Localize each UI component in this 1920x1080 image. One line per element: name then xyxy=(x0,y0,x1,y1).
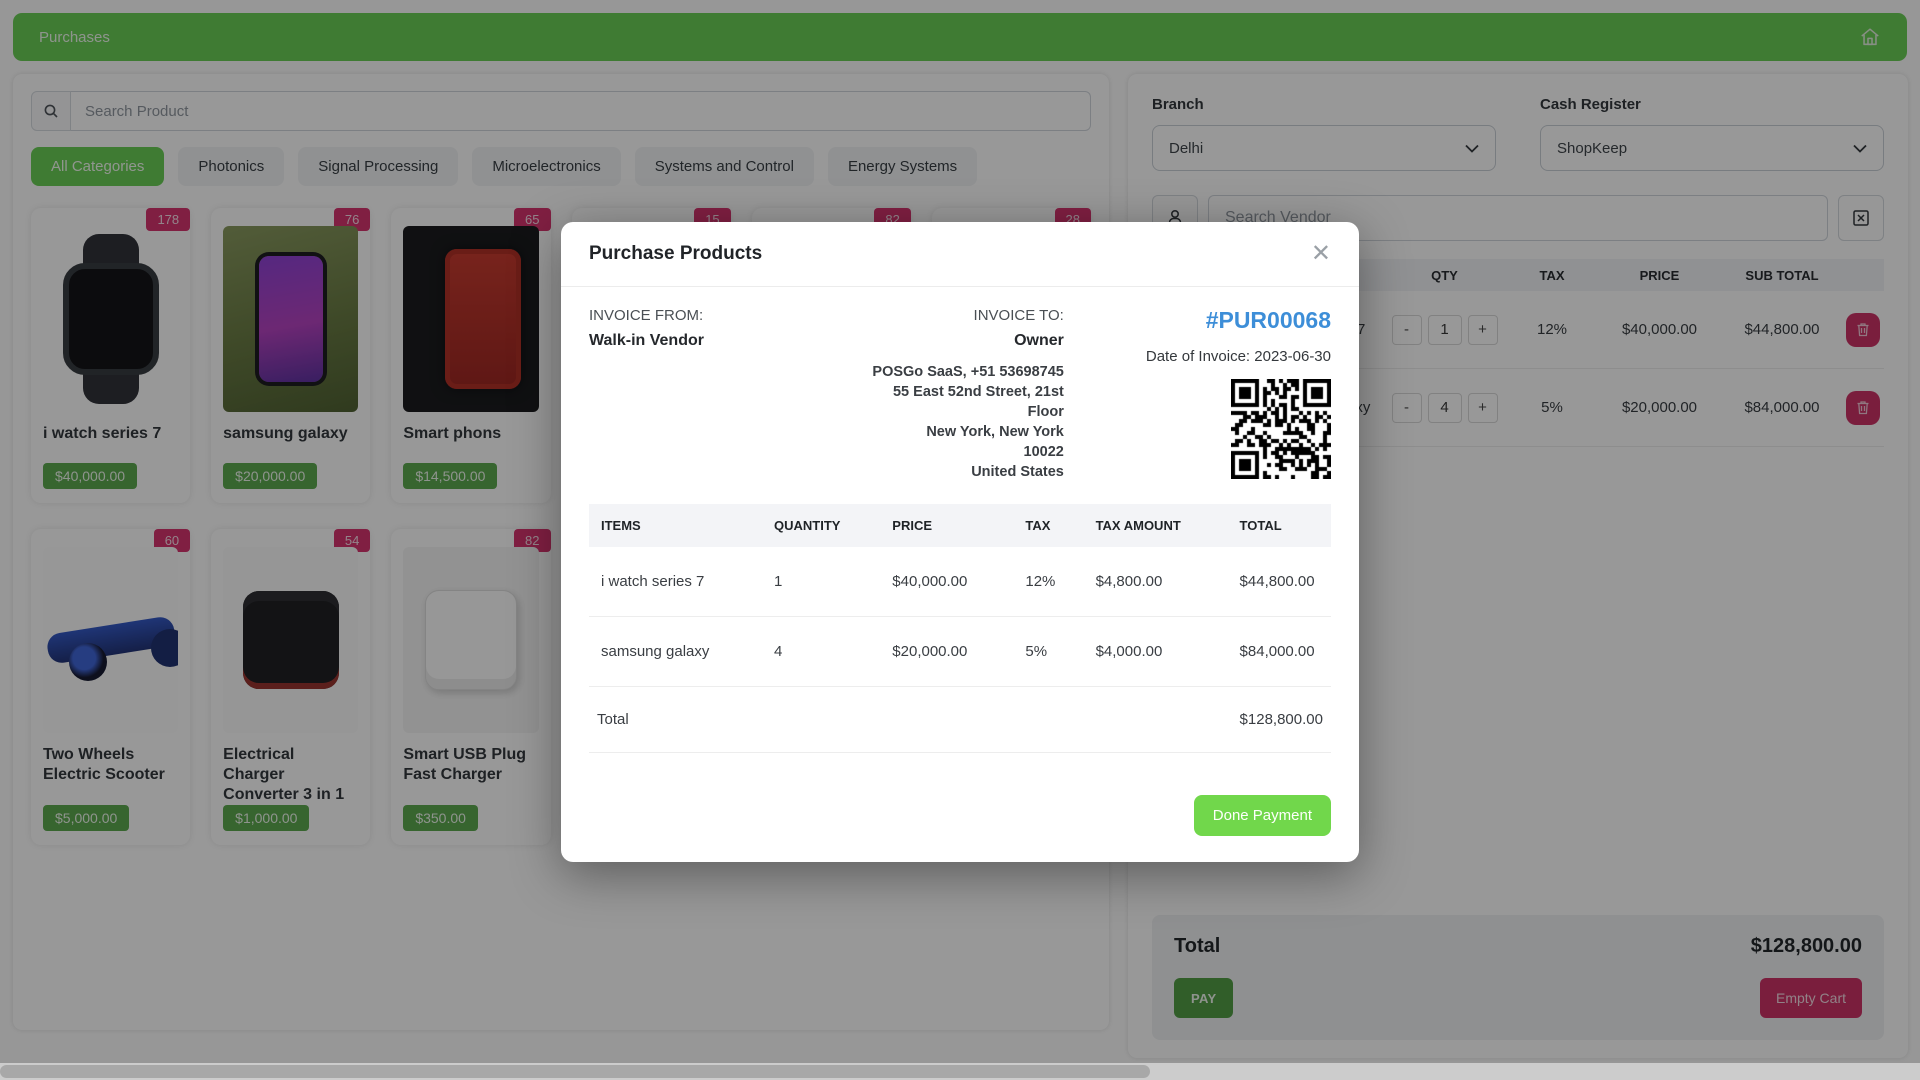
invoice-to-label: INVOICE TO: xyxy=(812,307,1064,324)
horizontal-scrollbar[interactable] xyxy=(0,1063,1920,1080)
invoice-item-price: $20,000.00 xyxy=(884,617,1017,687)
address-line: New York, New York xyxy=(812,422,1064,442)
invoice-item-qty: 4 xyxy=(766,617,884,687)
col-total: TOTAL xyxy=(1232,504,1331,547)
invoice-total-value: $128,800.00 xyxy=(1232,687,1331,753)
address-line: 55 East 52nd Street, 21st xyxy=(812,382,1064,402)
invoice-item-tax-amount: $4,800.00 xyxy=(1088,547,1232,617)
invoice-total-row: Total $128,800.00 xyxy=(589,687,1331,753)
invoice-row: i watch series 7 1 $40,000.00 12% $4,800… xyxy=(589,547,1331,617)
qr-code xyxy=(1231,379,1331,484)
invoice-number: #PUR00068 xyxy=(1064,307,1331,334)
address-line: Floor xyxy=(812,402,1064,422)
modal-footer: Done Payment xyxy=(561,779,1359,862)
col-price: PRICE xyxy=(884,504,1017,547)
invoice-row: samsung galaxy 4 $20,000.00 5% $4,000.00… xyxy=(589,617,1331,687)
invoice-table-header: ITEMS QUANTITY PRICE TAX TAX AMOUNT TOTA… xyxy=(589,504,1331,547)
invoice-item-tax: 5% xyxy=(1017,617,1087,687)
invoice-item-total: $84,000.00 xyxy=(1232,617,1331,687)
invoice-item-tax-amount: $4,000.00 xyxy=(1088,617,1232,687)
col-tax: TAX xyxy=(1017,504,1087,547)
purchase-modal: Purchase Products ✕ INVOICE FROM: Walk-i… xyxy=(561,222,1359,862)
invoice-total-label: Total xyxy=(589,687,766,753)
col-tax-amount: TAX AMOUNT xyxy=(1088,504,1232,547)
done-payment-button[interactable]: Done Payment xyxy=(1194,795,1331,836)
invoice-date: Date of Invoice: 2023-06-30 xyxy=(1064,348,1331,365)
invoice-item-price: $40,000.00 xyxy=(884,547,1017,617)
invoice-address: POSGo SaaS, +51 53698745 55 East 52nd St… xyxy=(812,362,1064,482)
col-items: ITEMS xyxy=(589,504,766,547)
invoice-table: ITEMS QUANTITY PRICE TAX TAX AMOUNT TOTA… xyxy=(589,504,1331,753)
address-line: POSGo SaaS, +51 53698745 xyxy=(812,362,1064,382)
address-line: 10022 xyxy=(812,442,1064,462)
invoice-from-value: Walk-in Vendor xyxy=(589,332,812,350)
invoice-to-value: Owner xyxy=(812,332,1064,350)
invoice-info: INVOICE FROM: Walk-in Vendor INVOICE TO:… xyxy=(561,287,1359,490)
invoice-from-label: INVOICE FROM: xyxy=(589,307,812,324)
invoice-item-qty: 1 xyxy=(766,547,884,617)
invoice-item-name: i watch series 7 xyxy=(589,547,766,617)
invoice-item-tax: 12% xyxy=(1017,547,1087,617)
scrollbar-thumb[interactable] xyxy=(0,1065,1150,1078)
col-quantity: QUANTITY xyxy=(766,504,884,547)
modal-header: Purchase Products ✕ xyxy=(561,222,1359,287)
close-icon[interactable]: ✕ xyxy=(1311,242,1331,266)
invoice-item-total: $44,800.00 xyxy=(1232,547,1331,617)
modal-title: Purchase Products xyxy=(589,243,762,265)
address-line: United States xyxy=(812,462,1064,482)
pos-screen: Purchases All Categories xyxy=(0,0,1920,1080)
invoice-item-name: samsung galaxy xyxy=(589,617,766,687)
